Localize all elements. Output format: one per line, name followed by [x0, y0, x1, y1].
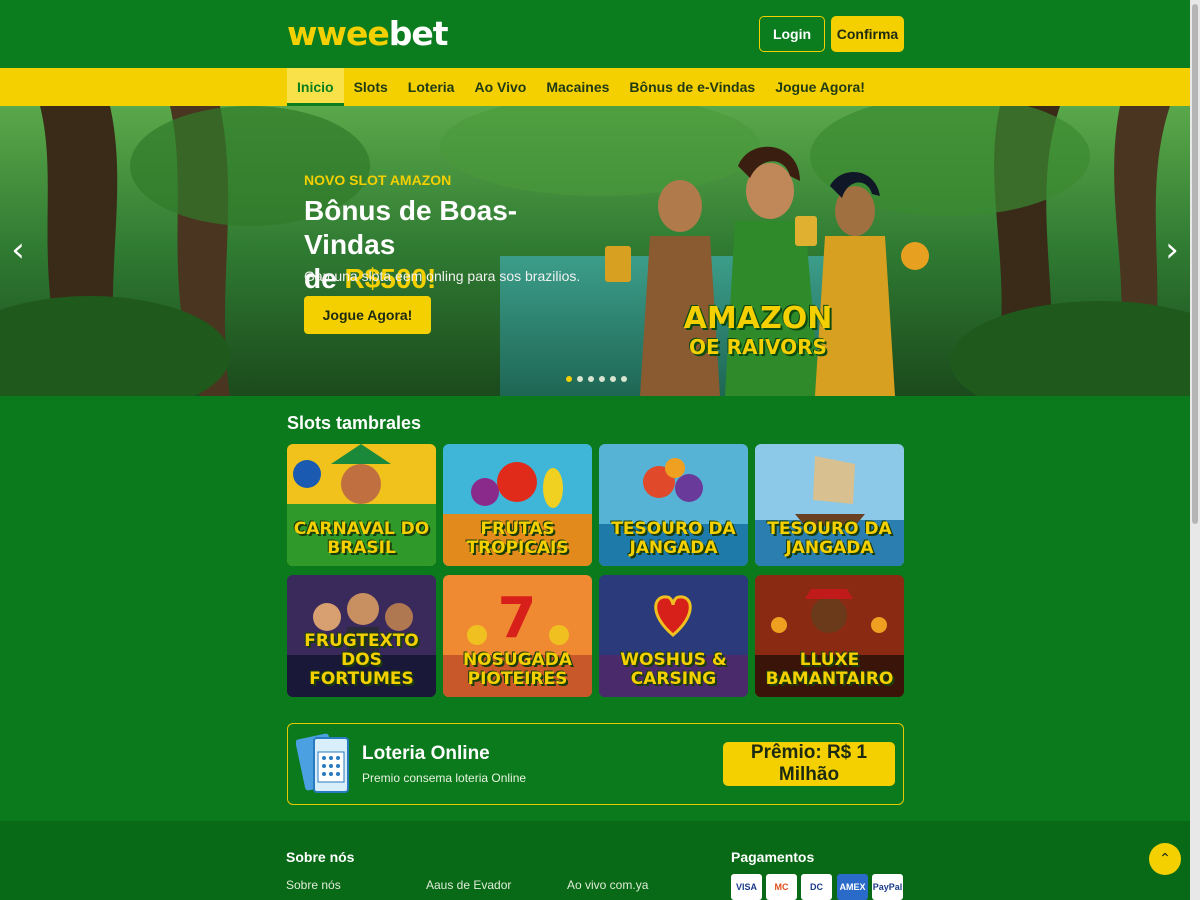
header: wweebet Login Confirma	[0, 0, 1200, 68]
lottery-ticket-icon	[296, 733, 349, 793]
slot-tile-5[interactable]: 7 NOSUGADA PIOTEIRES	[443, 575, 592, 697]
chevron-left-icon[interactable]: ‹	[6, 230, 30, 270]
logo-part-1: wwee	[287, 14, 390, 53]
slot-title: LLUXE BAMANTAIRO	[765, 650, 894, 689]
nav-item-slots[interactable]: Slots	[344, 68, 398, 106]
amex-icon: AMEX	[837, 874, 868, 900]
nav-list: Inicio Slots Loteria Ao Vivo Macaines Bô…	[287, 68, 875, 106]
diners-icon: DC	[801, 874, 832, 900]
hero-title-line1: Bônus de Boas-Vindas	[304, 195, 518, 260]
nav-item-inicio[interactable]: Inicio	[287, 68, 344, 106]
logo[interactable]: wweebet	[287, 14, 449, 53]
slot-title: TESOURO DA JANGADA	[767, 519, 892, 558]
slot-title: CARNAVAL DO BRASIL	[293, 519, 430, 558]
hero-kicker: NOVO SLOT AMAZON	[304, 172, 452, 188]
carousel-dot[interactable]	[599, 376, 605, 382]
page-scrollbar[interactable]	[1190, 0, 1200, 900]
hero-banner: ‹ › NOVO SLOT AMAZON Bônus de Boas-Vinda…	[0, 106, 1200, 396]
hero-game-logo: AMAZON OE RAIVORS	[676, 301, 840, 359]
lottery-subtitle: Premio consema loteria Online	[362, 771, 527, 785]
slot-tile-1[interactable]: FRUTAS TROPICAIS	[443, 444, 592, 566]
slot-tile-3[interactable]: TESOURO DA JANGADA	[755, 444, 904, 566]
slot-title: WOSHUS & CARSING	[620, 650, 727, 689]
login-button[interactable]: Login	[759, 16, 825, 52]
footer-link[interactable]: Ao vivo com.ya	[567, 878, 648, 892]
visa-icon: VISA	[731, 874, 762, 900]
chevron-right-icon[interactable]: ›	[1160, 230, 1184, 270]
hero-subtitle: Gamuna slota eem onling para sos brazili…	[304, 268, 581, 284]
footer-payments-heading: Pagamentos	[731, 849, 815, 865]
carousel-dot[interactable]	[621, 376, 627, 382]
footer-link[interactable]: Aaus de Evador	[426, 878, 511, 892]
nav-item-jogue-agora[interactable]: Jogue Agora!	[765, 68, 875, 106]
carousel-dots	[566, 376, 627, 382]
confirm-button[interactable]: Confirma	[831, 16, 904, 52]
nav-item-macaines[interactable]: Macaines	[536, 68, 619, 106]
slot-tile-2[interactable]: TESOURO DA JANGADA	[599, 444, 748, 566]
hero-game-title-1: AMAZON	[683, 301, 833, 336]
nav-item-bonus[interactable]: Bônus de e-Vindas	[619, 68, 765, 106]
carousel-dot[interactable]	[577, 376, 583, 382]
footer-link[interactable]: Sobre nós	[286, 878, 341, 892]
hero-play-button[interactable]: Jogue Agora!	[304, 296, 431, 334]
lottery-title: Loteria Online	[362, 743, 490, 764]
scroll-to-top-icon[interactable]: ⌃	[1149, 843, 1181, 875]
paypal-icon: PayPal	[872, 874, 903, 900]
lottery-banner[interactable]: Loteria Online Premio consema loteria On…	[287, 723, 904, 805]
slot-tile-7[interactable]: LLUXE BAMANTAIRO	[755, 575, 904, 697]
lottery-prize-button[interactable]: Prêmio: R$ 1 Milhão	[723, 742, 895, 786]
slots-section-title: Slots tambrales	[287, 413, 422, 433]
slot-tile-6[interactable]: WOSHUS & CARSING	[599, 575, 748, 697]
slot-tile-4[interactable]: FRUGTEXTO DOS FORTUMES	[287, 575, 436, 697]
carousel-dot[interactable]	[610, 376, 616, 382]
svg-text:7: 7	[498, 586, 537, 651]
carousel-dot[interactable]	[588, 376, 594, 382]
slot-tile-0[interactable]: CARNAVAL DO BRASIL	[287, 444, 436, 566]
footer: Sobre nós Sobre nós Aaus de Evador Ao vi…	[0, 821, 1200, 900]
carousel-dot[interactable]	[566, 376, 572, 382]
slot-title: TESOURO DA JANGADA	[611, 519, 736, 558]
footer-about-heading: Sobre nós	[286, 849, 355, 865]
hero-game-title-2: OE RAIVORS	[689, 335, 827, 359]
nav-item-loteria[interactable]: Loteria	[398, 68, 465, 106]
slot-title: NOSUGADA PIOTEIRES	[462, 650, 573, 689]
slot-title: FRUTAS TROPICAIS	[466, 519, 569, 558]
scrollbar-thumb[interactable]	[1192, 4, 1198, 524]
nav-item-ao-vivo[interactable]: Ao Vivo	[464, 68, 536, 106]
logo-part-2: bet	[388, 14, 449, 53]
slot-title: FRUGTEXTO DOS FORTUMES	[304, 631, 419, 689]
mastercard-icon: MC	[766, 874, 797, 900]
main-nav: Inicio Slots Loteria Ao Vivo Macaines Bô…	[0, 68, 1200, 106]
